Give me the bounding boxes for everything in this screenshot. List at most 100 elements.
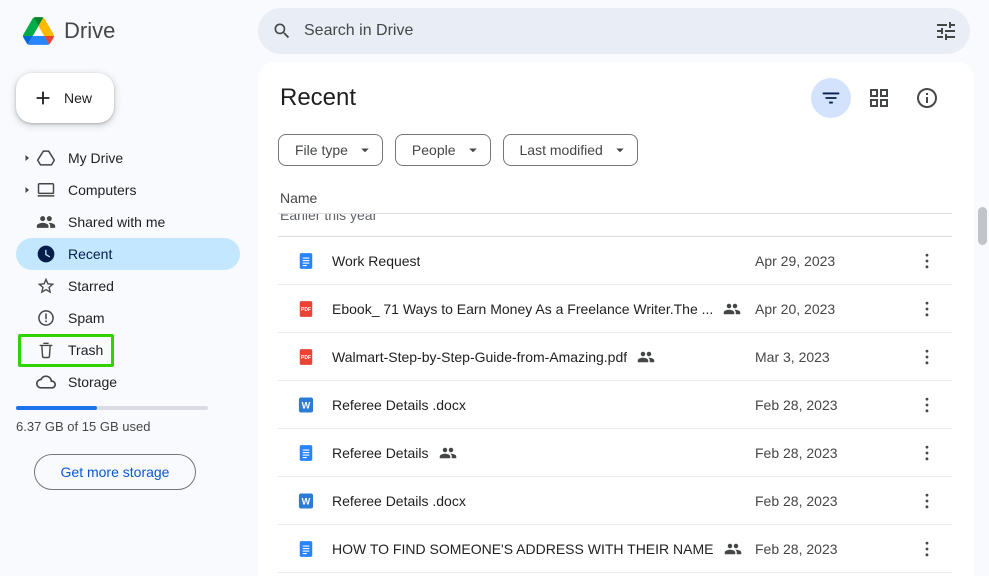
storage-progress-fill: [16, 406, 97, 410]
file-date: Feb 28, 2023: [755, 444, 838, 461]
caret-spacer: [20, 311, 34, 325]
more-options-icon[interactable]: [915, 393, 939, 417]
topbar: Drive: [0, 0, 989, 62]
shared-people-icon: [723, 300, 741, 318]
sidebar-item-storage[interactable]: Storage: [16, 366, 240, 398]
sidebar-item-starred[interactable]: Starred: [16, 270, 240, 302]
sidebar-item-label: Shared with me: [68, 214, 166, 230]
sidebar-item-label: Trash: [68, 342, 104, 358]
google-doc-icon: [296, 443, 316, 463]
file-rows: Work Request Apr 29, 2023 PDF Ebook_ 71 Way…: [278, 237, 952, 573]
more-options-icon[interactable]: [915, 297, 939, 321]
file-row[interactable]: Referee Details Feb 28, 2023: [278, 429, 952, 477]
word-file-icon: W: [296, 491, 316, 511]
sidebar-item-label: Storage: [68, 374, 118, 390]
file-row[interactable]: Work Request Apr 29, 2023: [278, 237, 952, 285]
file-table: Name Earlier this year Work Request Apr 2…: [278, 190, 952, 573]
search-options-icon[interactable]: [934, 19, 958, 43]
svg-text:W: W: [302, 400, 311, 410]
word-file-icon: W: [296, 395, 316, 415]
spam-icon: [36, 308, 56, 328]
more-options-icon[interactable]: [915, 345, 939, 369]
caret-down-icon: [611, 141, 629, 159]
filter-chip-label: Last modified: [519, 142, 603, 158]
google-doc-icon: [296, 539, 316, 559]
starred-icon: [36, 276, 56, 296]
computers-icon: [36, 180, 56, 200]
caret-spacer: [20, 375, 34, 389]
more-options-icon[interactable]: [915, 537, 939, 561]
sidebar-item-shared-with-me[interactable]: Shared with me: [16, 206, 240, 238]
file-date: Mar 3, 2023: [755, 348, 830, 365]
recent-icon: [36, 244, 56, 264]
file-row[interactable]: W Referee Details .docx Feb 28, 2023: [278, 381, 952, 429]
sidebar-nav: My Drive Computers Shared with me Recent Sta…: [0, 142, 258, 398]
pdf-file-icon: PDF: [296, 347, 316, 367]
page-scrollbar-thumb[interactable]: [978, 207, 987, 245]
file-name: Referee Details: [332, 444, 429, 461]
my-drive-icon: [36, 148, 56, 168]
caret-spacer: [20, 247, 34, 261]
more-options-icon[interactable]: [915, 441, 939, 465]
sidebar-item-computers[interactable]: Computers: [16, 174, 240, 206]
pdf-file-icon: PDF: [296, 299, 316, 319]
sidebar-item-my-drive[interactable]: My Drive: [16, 142, 240, 174]
file-name: Referee Details .docx: [332, 492, 466, 509]
name-column-header: Name: [278, 190, 952, 214]
filter-list-button[interactable]: [811, 78, 851, 118]
shared-people-icon: [439, 444, 457, 462]
search-icon: [272, 21, 292, 41]
new-button-label: New: [64, 90, 93, 106]
filter-chip-label: File type: [295, 142, 348, 158]
get-more-storage-button[interactable]: Get more storage: [34, 454, 196, 490]
svg-text:W: W: [302, 496, 311, 506]
sidebar-item-spam[interactable]: Spam: [16, 302, 240, 334]
trash-icon: [36, 340, 56, 360]
svg-text:PDF: PDF: [301, 307, 311, 313]
caret-down-icon: [464, 141, 482, 159]
caret-down-icon: [356, 141, 374, 159]
file-date: Feb 28, 2023: [755, 540, 838, 557]
google-doc-icon: [296, 251, 316, 271]
more-options-icon[interactable]: [915, 489, 939, 513]
file-date: Feb 28, 2023: [755, 492, 838, 509]
sidebar-item-label: My Drive: [68, 150, 124, 166]
file-name: Work Request: [332, 252, 421, 269]
new-button[interactable]: New: [16, 73, 115, 123]
more-options-icon[interactable]: [915, 249, 939, 273]
expand-arrow-icon[interactable]: [20, 151, 34, 165]
filter-chip-people[interactable]: People: [394, 134, 491, 166]
drive-brand: Drive: [23, 0, 115, 62]
file-name: HOW TO FIND SOMEONE'S ADDRESS WITH THEIR…: [332, 540, 714, 557]
sidebar-item-label: Recent: [68, 246, 113, 262]
app-title: Drive: [64, 18, 116, 43]
search-bar[interactable]: [258, 8, 970, 54]
filter-chip-label: People: [411, 142, 456, 158]
file-row[interactable]: PDF Walmart-Step-by-Step-Guide-from-Amazi…: [278, 333, 952, 381]
file-row[interactable]: W Referee Details .docx Feb 28, 2023: [278, 477, 952, 525]
filter-chip-file-type[interactable]: File type: [278, 134, 383, 166]
file-name: Ebook_ 71 Ways to Earn Money As a Freela…: [332, 300, 714, 317]
grid-view-icon[interactable]: [867, 86, 891, 110]
table-section-row: Earlier this year: [278, 214, 952, 237]
file-name: Walmart-Step-by-Step-Guide-from-Amazing.…: [332, 348, 628, 365]
file-date: Apr 20, 2023: [755, 300, 836, 317]
caret-spacer: [20, 279, 34, 293]
file-row[interactable]: PDF Ebook_ 71 Ways to Earn Money As a Fre…: [278, 285, 952, 333]
file-date: Feb 28, 2023: [755, 396, 838, 413]
svg-text:PDF: PDF: [301, 355, 311, 361]
caret-spacer: [20, 343, 34, 357]
sidebar-item-label: Computers: [68, 182, 137, 198]
shared-people-icon: [637, 348, 655, 366]
expand-arrow-icon[interactable]: [20, 183, 34, 197]
search-input[interactable]: [304, 22, 922, 40]
filter-chip-last-modified[interactable]: Last modified: [502, 134, 638, 166]
info-icon[interactable]: [915, 86, 939, 110]
storage-icon: [36, 372, 56, 392]
shared-people-icon: [724, 540, 742, 558]
sidebar-item-recent[interactable]: Recent: [16, 238, 240, 270]
file-row[interactable]: HOW TO FIND SOMEONE'S ADDRESS WITH THEIR…: [278, 525, 952, 573]
sidebar: New My Drive Computers Shared with me Recen…: [0, 62, 258, 576]
main-content-card: Recent File type People Last modified Name…: [258, 62, 974, 576]
sidebar-item-trash[interactable]: Trash: [16, 334, 240, 366]
